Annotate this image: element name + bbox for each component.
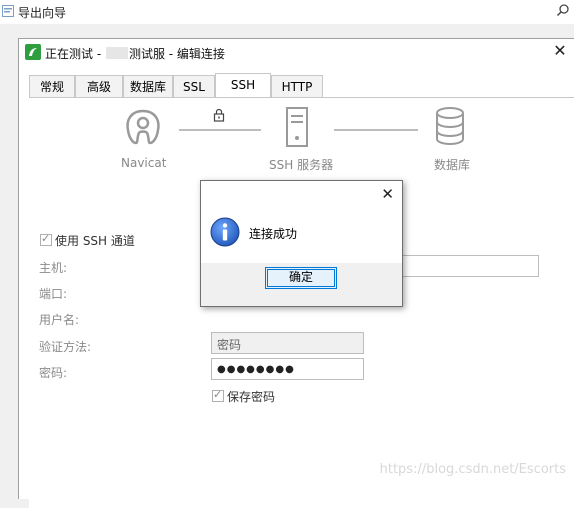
message-text: 连接成功 — [249, 227, 298, 241]
save-password-checkbox[interactable] — [212, 388, 224, 402]
info-icon — [210, 217, 240, 247]
save-password-label: 保存密码 — [227, 390, 276, 404]
outer-window-bar: 导出向导 — [0, 0, 574, 24]
dialog-close-button[interactable]: ✕ — [551, 42, 569, 60]
database-icon — [436, 107, 464, 145]
diagram-label-ssh-server: SSH 服务器 — [269, 158, 334, 172]
tab-ssl[interactable]: SSL — [173, 75, 215, 97]
tab-advanced[interactable]: 高级 — [75, 75, 123, 97]
navicat-logo-icon — [25, 44, 41, 60]
host-label: 主机: — [39, 261, 68, 275]
message-close-button[interactable]: ✕ — [381, 185, 394, 203]
use-ssh-checkbox[interactable] — [40, 232, 52, 246]
navicat-icon — [126, 109, 160, 145]
tab-http[interactable]: HTTP — [271, 75, 323, 97]
message-body: 连接成功 — [201, 207, 402, 263]
watermark: https://blog.csdn.net/Escorts — [379, 462, 566, 477]
username-label: 用户名: — [39, 313, 80, 327]
redacted-block — [105, 47, 128, 59]
wizard-icon — [2, 5, 14, 17]
use-ssh-label: 使用 SSH 通道 — [55, 234, 135, 248]
dialog-title: 正在测试 - 测试服 - 编辑连接 — [45, 47, 225, 61]
link-line-right — [334, 129, 418, 131]
diagram-label-navicat: Navicat — [121, 156, 167, 170]
tab-general[interactable]: 常规 — [29, 75, 75, 97]
dialog-titlebar: 正在测试 - 测试服 - 编辑连接 ✕ — [19, 39, 574, 65]
outer-window-title: 导出向导 — [18, 6, 67, 20]
password-label: 密码: — [39, 366, 68, 380]
auth-method-label: 验证方法: — [39, 340, 92, 354]
connection-success-dialog: ✕ 连接成功 确定 — [200, 180, 403, 307]
tab-database[interactable]: 数据库 — [123, 75, 173, 97]
password-input[interactable]: ●●●●●●●● — [211, 358, 364, 380]
connection-diagram: Navicat SSH 服务器 数据库 — [29, 98, 574, 178]
diagram-label-database: 数据库 — [434, 158, 471, 172]
ok-button[interactable]: 确定 — [265, 267, 337, 289]
link-line-left — [179, 129, 261, 131]
ssh-server-icon — [286, 107, 308, 147]
search-icon[interactable] — [556, 3, 570, 17]
port-label: 端口: — [39, 287, 68, 301]
auth-method-select[interactable]: 密码 — [211, 332, 364, 354]
message-titlebar: ✕ — [201, 181, 402, 207]
tab-ssh[interactable]: SSH — [215, 73, 271, 98]
lock-icon — [213, 108, 225, 122]
